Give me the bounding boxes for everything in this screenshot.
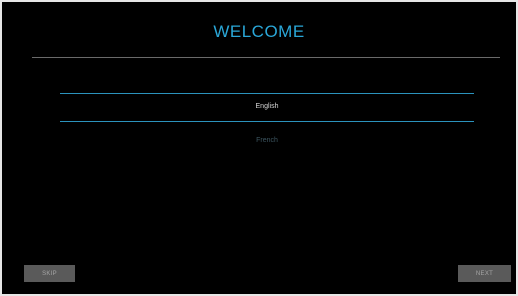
language-option-french[interactable]: French [60,137,474,144]
welcome-screen: WELCOME English French SKIP NEXT [2,2,516,294]
picker-top-line [60,93,474,94]
picker-bottom-line [60,121,474,122]
next-button[interactable]: NEXT [458,265,511,282]
page-title: WELCOME [213,22,305,41]
title-divider [32,57,500,58]
skip-button[interactable]: SKIP [24,265,75,282]
language-option-english[interactable]: English [60,103,474,110]
